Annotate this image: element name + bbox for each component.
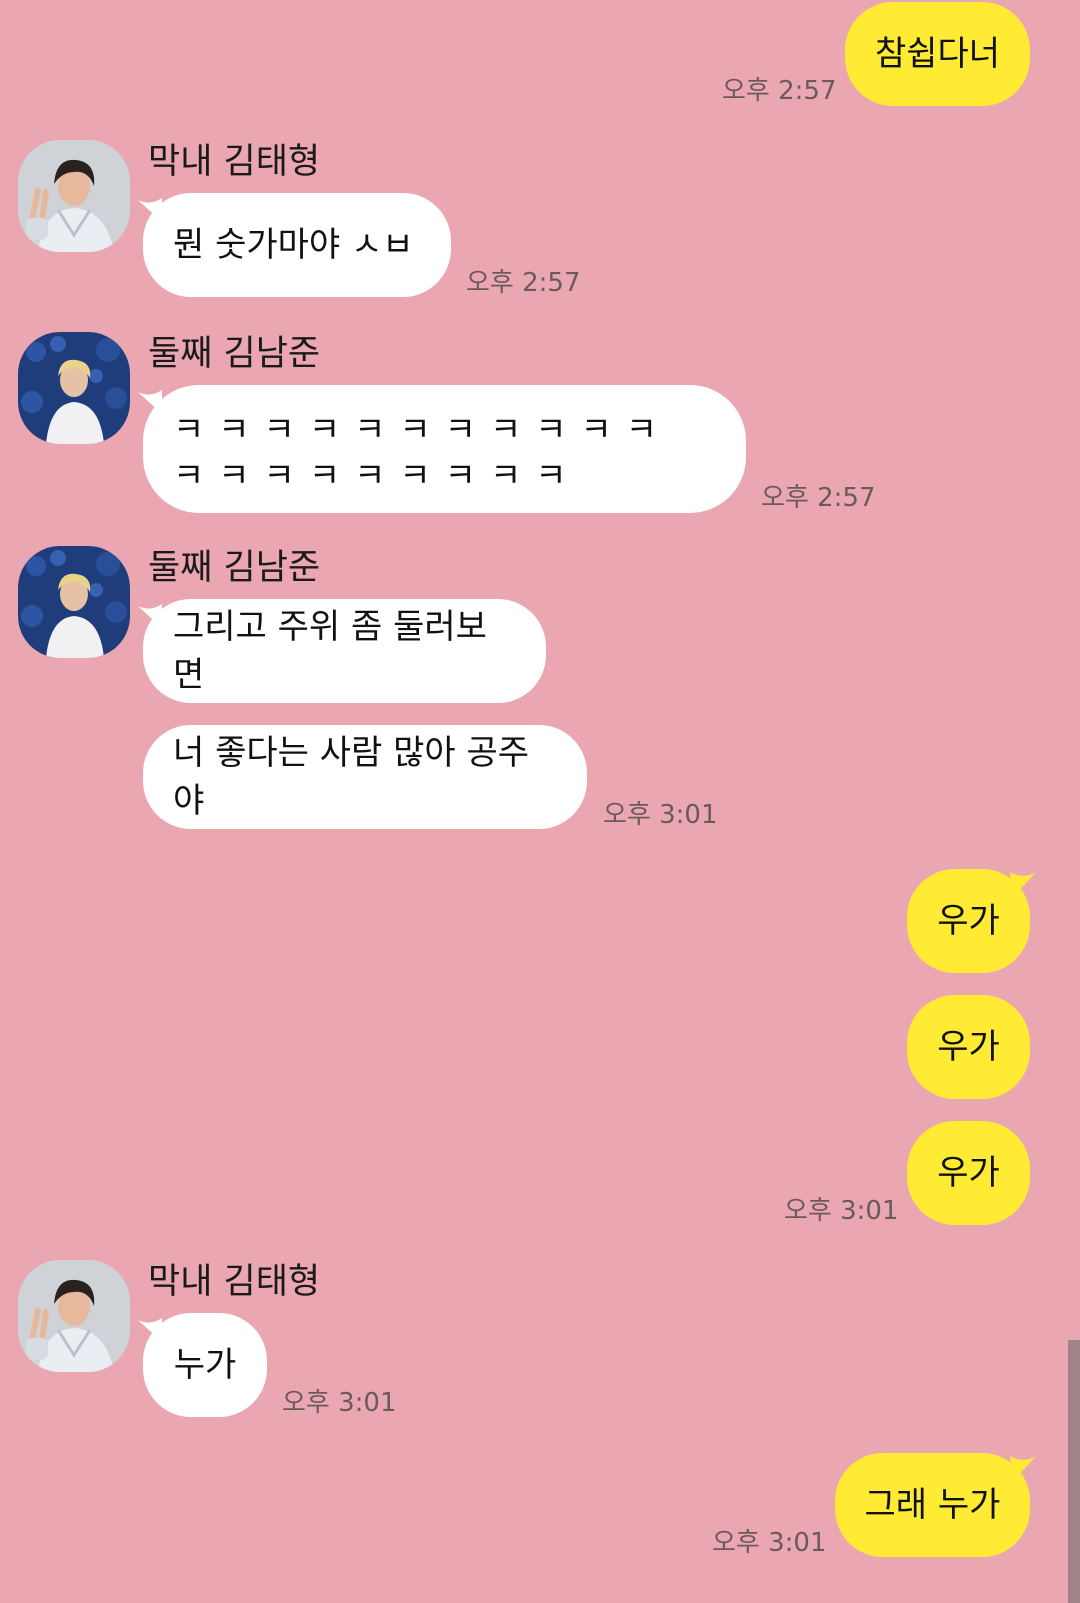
message-text: 너 좋다는 사람 많아 공주야 — [173, 733, 530, 821]
outgoing-message-bubble[interactable]: 우가 — [907, 869, 1030, 973]
outgoing-message-bubble[interactable]: 우가 — [907, 995, 1030, 1099]
outgoing-message-bubble[interactable]: 참쉽다너 — [845, 2, 1030, 106]
incoming-message-bubble[interactable]: 그리고 주위 좀 둘러보면 — [143, 599, 546, 703]
outgoing-message-bubble[interactable]: 그래 누가 — [835, 1453, 1030, 1557]
message-text: 우가 — [937, 1153, 1000, 1193]
avatar-photo-icon — [18, 332, 130, 444]
message-text: ㅋㅋㅋㅋㅋㅋㅋㅋㅋㅋㅋㅋㅋㅋㅋㅋㅋㅋㅋㅋ — [173, 410, 672, 496]
message-text: 그래 누가 — [864, 1485, 1001, 1525]
incoming-message-bubble[interactable]: ㅋㅋㅋㅋㅋㅋㅋㅋㅋㅋㅋㅋㅋㅋㅋㅋㅋㅋㅋㅋ — [143, 385, 746, 513]
avatar-photo-icon — [18, 546, 130, 658]
message-text: 우가 — [937, 1027, 1000, 1067]
avatar-tae[interactable] — [18, 140, 130, 252]
message-text: 누가 — [173, 1345, 237, 1385]
message-text: 그리고 주위 좀 둘러보면 — [173, 607, 487, 695]
sender-name: 막내 김태형 — [148, 1262, 321, 1302]
incoming-message-bubble[interactable]: 너 좋다는 사람 많아 공주야 — [143, 725, 587, 829]
message-text: 참쉽다너 — [874, 34, 1001, 74]
incoming-message-bubble[interactable]: 누가 — [143, 1313, 267, 1417]
avatar-photo-icon — [18, 1260, 130, 1372]
message-time: 오후 2:57 — [722, 76, 837, 106]
message-time: 오후 3:01 — [712, 1528, 827, 1558]
message-time: 오후 2:57 — [761, 483, 876, 513]
message-time: 오후 2:57 — [466, 268, 581, 298]
avatar-tae[interactable] — [18, 1260, 130, 1372]
message-time: 오후 3:01 — [603, 800, 718, 830]
message-time: 오후 3:01 — [282, 1388, 397, 1418]
sender-name: 막내 김태형 — [148, 142, 321, 182]
sender-name: 둘째 김남준 — [148, 334, 321, 374]
avatar-nam[interactable] — [18, 332, 130, 444]
message-time: 오후 3:01 — [784, 1196, 899, 1226]
scrollbar[interactable] — [1068, 1340, 1080, 1603]
sender-name: 둘째 김남준 — [148, 548, 321, 588]
message-text: 우가 — [937, 901, 1000, 941]
avatar-nam[interactable] — [18, 546, 130, 658]
incoming-message-bubble[interactable]: 뭔 숫가마야 ㅅㅂ — [143, 193, 451, 297]
message-text: 뭔 숫가마야 ㅅㅂ — [173, 225, 414, 265]
avatar-photo-icon — [18, 140, 130, 252]
outgoing-message-bubble[interactable]: 우가 — [907, 1121, 1030, 1225]
